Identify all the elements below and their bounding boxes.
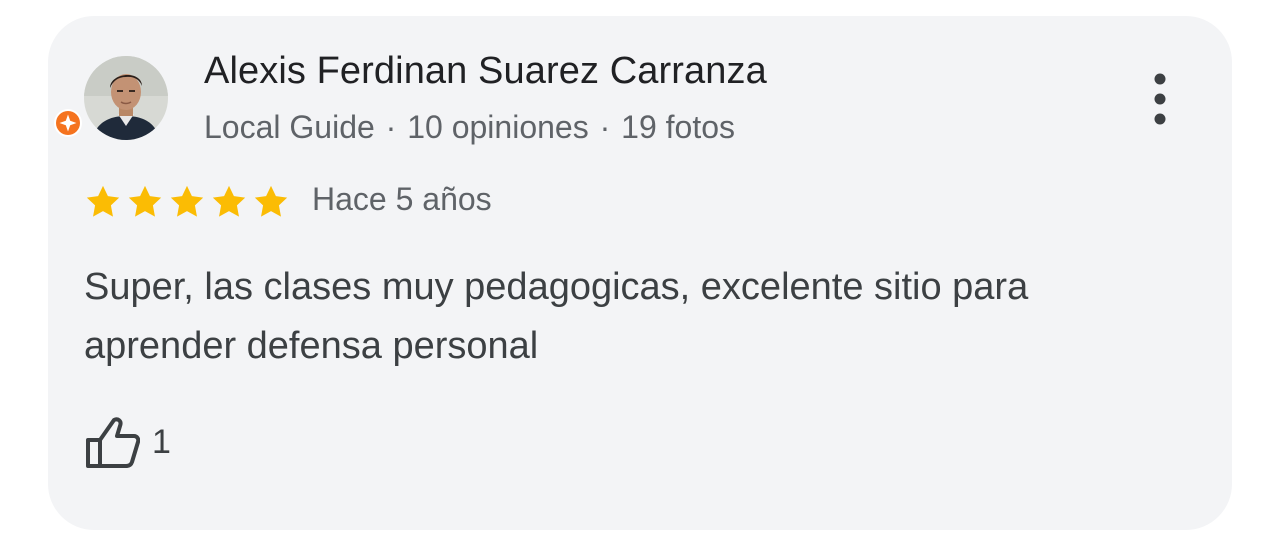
more-options-button[interactable] bbox=[1140, 70, 1180, 128]
avatar-photo bbox=[84, 56, 168, 140]
review-time: Hace 5 años bbox=[312, 181, 492, 217]
star-icon bbox=[170, 185, 204, 217]
local-guide-badge-icon bbox=[53, 108, 83, 138]
review-text: Super, las clases muy pedagogicas, excel… bbox=[84, 266, 1029, 367]
more-vert-icon bbox=[1154, 73, 1166, 125]
thumb-up-icon bbox=[86, 417, 140, 468]
like-count: 1 bbox=[152, 422, 171, 461]
like-button[interactable]: 1 bbox=[84, 412, 171, 472]
author-meta: Local Guide · 10 opiniones · 19 fotos bbox=[204, 109, 735, 146]
author-name[interactable]: Alexis Ferdinan Suarez Carranza bbox=[204, 50, 767, 93]
local-guide-label: Local Guide bbox=[204, 109, 375, 145]
star-icon bbox=[86, 185, 120, 217]
meta-separator: · bbox=[599, 109, 611, 145]
star-icon bbox=[212, 185, 246, 217]
star-icon bbox=[254, 185, 288, 217]
star-icon bbox=[128, 185, 162, 217]
meta-separator: · bbox=[385, 109, 397, 145]
photos-count: 19 fotos bbox=[621, 109, 735, 145]
avatar[interactable] bbox=[84, 56, 168, 140]
reviews-count: 10 opiniones bbox=[407, 109, 589, 145]
star-rating bbox=[84, 183, 290, 223]
